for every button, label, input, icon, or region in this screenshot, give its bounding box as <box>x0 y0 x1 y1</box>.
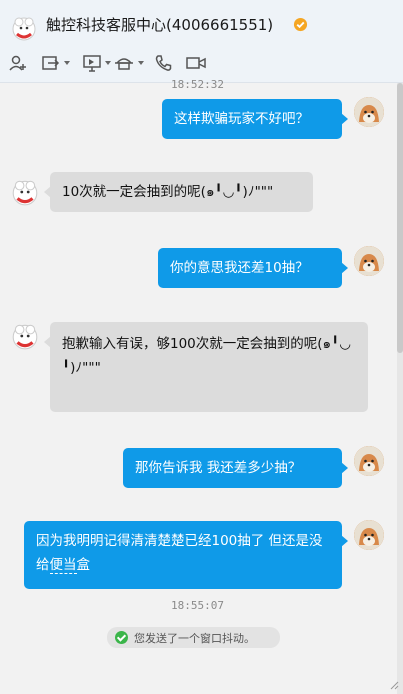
remote-desktop-button[interactable] <box>82 52 111 74</box>
message-bubble-outgoing[interactable]: 你的意思我还差10抽？ <box>158 248 348 288</box>
user-avatar[interactable] <box>354 446 384 476</box>
shiba-avatar-icon <box>354 246 384 276</box>
service-avatar[interactable] <box>10 177 40 207</box>
message-text: 盒 <box>76 557 91 573</box>
message-bubble-outgoing[interactable]: 那你告诉我 我还差多少抽？ <box>123 448 348 488</box>
toolbar <box>0 52 260 76</box>
shiba-avatar-icon <box>354 520 384 550</box>
system-notice: 您发送了一个窗口抖动。 <box>107 627 280 648</box>
notice-text: 您发送了一个窗口抖动。 <box>134 631 255 645</box>
user-avatar[interactable] <box>354 97 384 127</box>
shiba-avatar-icon <box>354 97 384 127</box>
add-user-button[interactable] <box>8 52 28 74</box>
resize-grip-icon[interactable] <box>389 680 399 690</box>
mascot-avatar-icon[interactable] <box>10 14 38 42</box>
mascot-avatar-icon <box>12 324 38 350</box>
scrollbar[interactable] <box>397 83 403 694</box>
share-button[interactable] <box>41 52 70 74</box>
message-bubble-outgoing[interactable]: 因为我明明记得清清楚楚已经100抽了 但还是没给便当盒 <box>24 521 348 589</box>
chat-header: 触控科技客服中心(4006661551) <box>0 0 403 83</box>
timestamp: 18:52:32 <box>171 78 224 91</box>
remote-desktop-icon <box>83 55 101 72</box>
video-icon <box>186 57 206 69</box>
message-bubble-incoming[interactable]: 抱歉输入有误，够100次就一定会抽到的呢(๑╹◡╹)ﾉ""" <box>44 322 368 412</box>
chevron-down-icon[interactable] <box>64 61 70 65</box>
verified-badge-icon <box>293 17 308 32</box>
phone-icon <box>155 55 172 71</box>
user-avatar[interactable] <box>354 246 384 276</box>
voice-call-button[interactable] <box>153 52 173 74</box>
check-icon <box>115 631 128 644</box>
service-avatar[interactable] <box>10 321 40 351</box>
add-user-icon <box>9 55 26 71</box>
video-call-button[interactable] <box>185 52 207 74</box>
chat-message-list[interactable]: 18:52:32 这样欺骗玩家不好吧？ 10次就一定会抽到的呢(๑╹◡╹)ﾉ""… <box>0 78 403 694</box>
chevron-down-icon[interactable] <box>138 61 144 65</box>
chat-title: 触控科技客服中心(4006661551) <box>46 16 274 34</box>
user-avatar[interactable] <box>354 520 384 550</box>
message-bubble-outgoing[interactable]: 这样欺骗玩家不好吧？ <box>162 99 348 139</box>
scrollbar-thumb[interactable] <box>397 83 403 353</box>
share-icon <box>42 56 60 70</box>
assist-button[interactable] <box>113 52 144 74</box>
message-bubble-incoming[interactable]: 10次就一定会抽到的呢(๑╹◡╹)ﾉ""" <box>44 172 313 212</box>
assist-icon <box>115 58 133 70</box>
message-text-underlined: 便当 <box>49 557 77 574</box>
chevron-down-icon[interactable] <box>105 61 111 65</box>
timestamp: 18:55:07 <box>171 599 224 612</box>
mascot-avatar-icon <box>12 180 38 206</box>
shiba-avatar-icon <box>354 446 384 476</box>
